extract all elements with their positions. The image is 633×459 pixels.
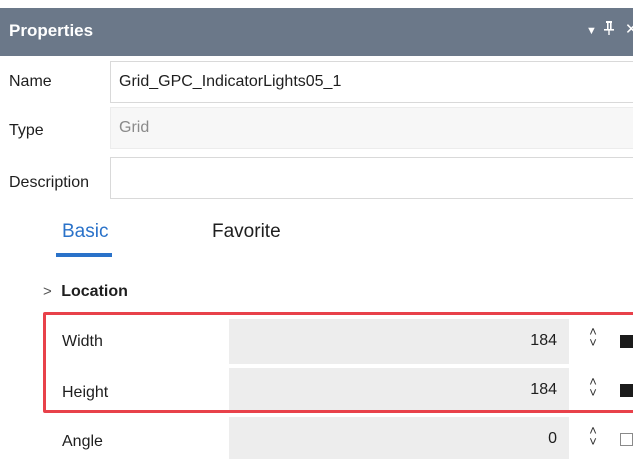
type-label: Type bbox=[9, 122, 44, 139]
panel-title: Properties bbox=[9, 21, 94, 40]
width-value: 184 bbox=[530, 332, 557, 349]
angle-field[interactable]: 0 bbox=[229, 417, 569, 459]
width-binding-icon[interactable] bbox=[620, 335, 633, 348]
close-icon[interactable]: ✕ bbox=[625, 20, 633, 38]
active-tab-indicator bbox=[56, 253, 112, 257]
height-spinner[interactable]: ˄ ˅ bbox=[583, 375, 603, 399]
tab-basic[interactable]: Basic bbox=[62, 221, 108, 243]
width-label: Width bbox=[62, 333, 103, 350]
description-label: Description bbox=[9, 174, 90, 191]
description-field[interactable] bbox=[110, 157, 633, 199]
pin-icon[interactable] bbox=[603, 20, 615, 40]
location-group-label: Location bbox=[61, 283, 128, 300]
chevron-down-icon[interactable]: ▼ bbox=[586, 25, 597, 37]
name-field[interactable] bbox=[110, 61, 633, 103]
properties-panel: Properties ▼ ✕ Name Type Description Bas… bbox=[0, 0, 633, 459]
spin-down-icon[interactable]: ˅ bbox=[583, 386, 603, 399]
height-binding-icon[interactable] bbox=[620, 384, 633, 397]
width-field[interactable]: 184 bbox=[229, 319, 569, 364]
location-group-header[interactable]: > Location bbox=[43, 283, 128, 301]
name-label: Name bbox=[9, 73, 52, 90]
height-field[interactable]: 184 bbox=[229, 368, 569, 413]
angle-value: 0 bbox=[548, 430, 557, 447]
height-value: 184 bbox=[530, 381, 557, 398]
angle-spinner[interactable]: ˄ ˅ bbox=[583, 424, 603, 448]
height-label: Height bbox=[62, 384, 109, 401]
panel-titlebar: Properties ▼ ✕ bbox=[0, 8, 633, 56]
chevron-right-icon: > bbox=[43, 283, 52, 300]
width-spinner[interactable]: ˄ ˅ bbox=[583, 325, 603, 349]
type-field bbox=[110, 107, 633, 149]
angle-label: Angle bbox=[62, 433, 103, 450]
spin-down-icon[interactable]: ˅ bbox=[583, 336, 603, 349]
spin-down-icon[interactable]: ˅ bbox=[583, 435, 603, 448]
tab-favorite[interactable]: Favorite bbox=[212, 221, 281, 243]
angle-binding-icon[interactable] bbox=[620, 433, 633, 446]
